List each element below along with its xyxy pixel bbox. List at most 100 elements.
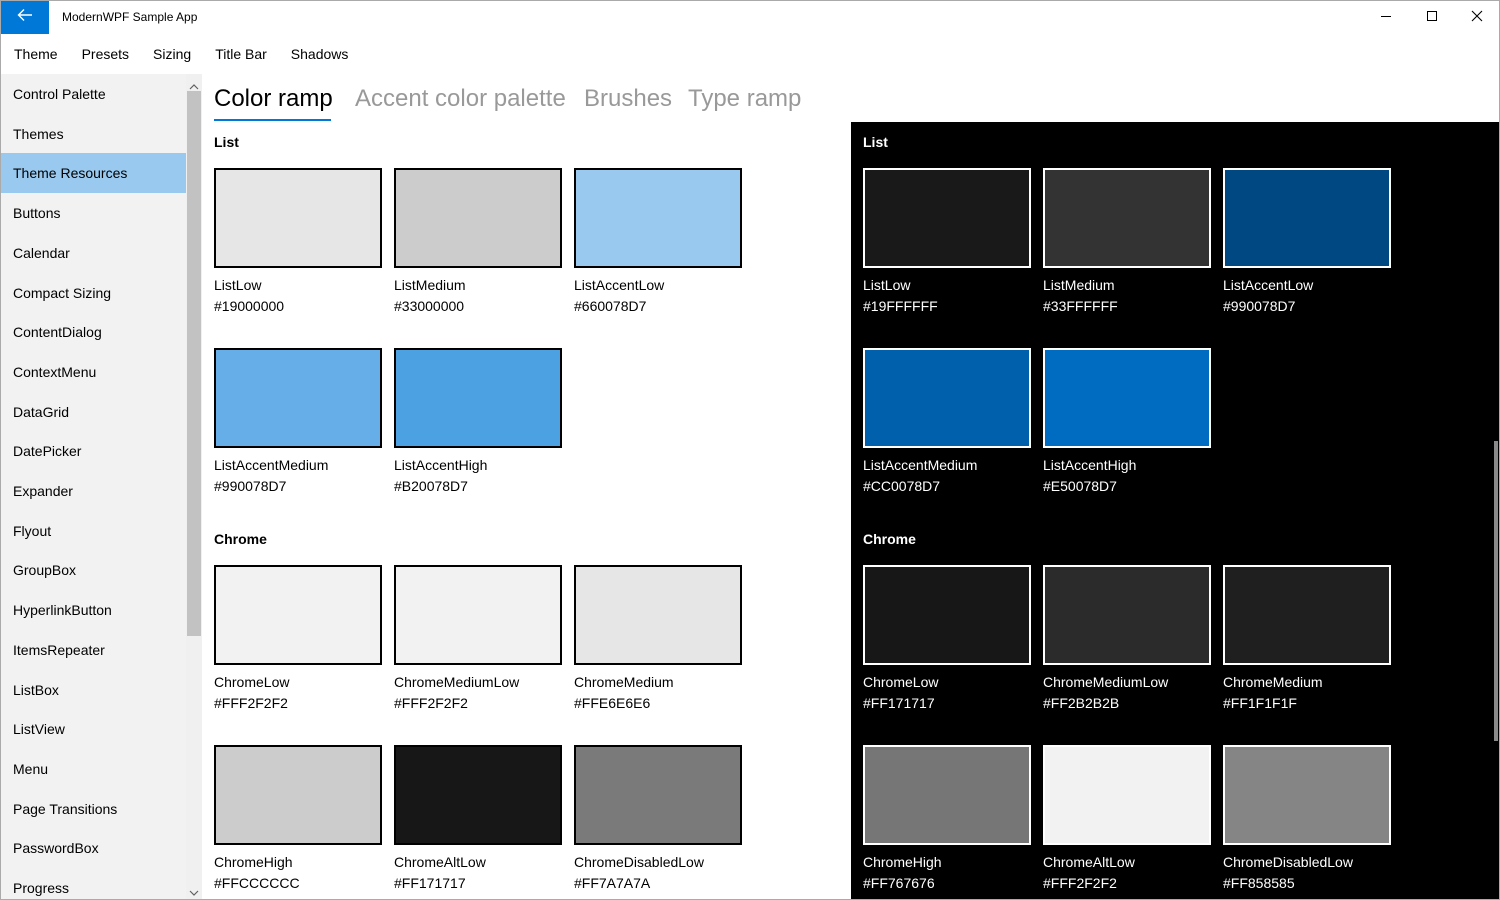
swatch-name: ListMedium: [1043, 277, 1115, 293]
swatch-hex-code: #33000000: [394, 298, 465, 314]
sidebar-item-calendar[interactable]: Calendar: [1, 233, 186, 273]
sidebar-item-listbox[interactable]: ListBox: [1, 670, 186, 710]
swatch-name: ChromeLow: [214, 674, 290, 690]
swatch-hex-code: #FF767676: [863, 875, 935, 891]
color-swatch: [574, 745, 742, 845]
color-swatch: [394, 745, 562, 845]
swatch-hex-code: #FF1F1F1F: [1223, 695, 1297, 711]
tab-color-ramp[interactable]: Color ramp: [214, 85, 333, 113]
swatch-hex-code: #FF858585: [1223, 875, 1295, 891]
swatch-hex-code: #E50078D7: [1043, 478, 1117, 494]
sidebar-item-contentdialog[interactable]: ContentDialog: [1, 312, 186, 352]
swatch-hex-code: #FF7A7A7A: [574, 875, 651, 891]
title-bar: ModernWPF Sample App: [1, 1, 1499, 34]
window-title: ModernWPF Sample App: [62, 10, 198, 24]
swatch-name: ChromeMediumLow: [394, 674, 520, 690]
sidebar-item-progress[interactable]: Progress: [1, 868, 186, 899]
sidebar-item-passwordbox[interactable]: PasswordBox: [1, 828, 186, 868]
sidebar-scroll-thumb[interactable]: [187, 91, 201, 636]
sidebar-item-expander[interactable]: Expander: [1, 471, 186, 511]
tab-type-ramp[interactable]: Type ramp: [688, 85, 801, 113]
color-swatch: [1223, 565, 1391, 665]
active-tab-indicator: [214, 119, 331, 121]
sidebar-item-datepicker[interactable]: DatePicker: [1, 431, 186, 471]
back-button[interactable]: [1, 1, 49, 34]
color-swatch: [863, 745, 1031, 845]
color-swatch: [1223, 745, 1391, 845]
swatch-name: ChromeAltLow: [394, 854, 486, 870]
swatch-name: ListMedium: [394, 277, 466, 293]
swatch-hex-code: #FF2B2B2B: [1043, 695, 1120, 711]
section-title-chrome: Chrome: [214, 531, 267, 547]
color-swatch: [214, 565, 382, 665]
sidebar-item-listview[interactable]: ListView: [1, 709, 186, 749]
swatch-hex-code: #19FFFFFF: [863, 298, 938, 314]
color-swatch: [1043, 565, 1211, 665]
section-title-list: List: [214, 134, 239, 150]
swatch-name: ListLow: [863, 277, 911, 293]
tab-brushes[interactable]: Brushes: [584, 85, 672, 113]
menu-presets[interactable]: Presets: [70, 34, 141, 74]
sidebar: Control Palette Themes Theme Resources Butt…: [1, 74, 202, 899]
minimize-button[interactable]: [1363, 1, 1409, 34]
scroll-down-icon[interactable]: [189, 884, 199, 899]
sidebar-item-contextmenu[interactable]: ContextMenu: [1, 352, 186, 392]
color-swatch: [394, 348, 562, 448]
swatch-hex-code: #FFE6E6E6: [574, 695, 651, 711]
sidebar-item-menu[interactable]: Menu: [1, 749, 186, 789]
content-scrollbar-thumb[interactable]: [1494, 441, 1498, 741]
color-swatch: [863, 565, 1031, 665]
swatch-hex-code: #FF171717: [394, 875, 466, 891]
color-swatch: [394, 565, 562, 665]
close-button[interactable]: [1454, 1, 1499, 34]
color-swatch: [214, 745, 382, 845]
swatch-hex-code: #FFF2F2F2: [394, 695, 468, 711]
sidebar-item-groupbox[interactable]: GroupBox: [1, 550, 186, 590]
swatch-name: ListAccentMedium: [863, 457, 978, 473]
sidebar-item-compact-sizing[interactable]: Compact Sizing: [1, 273, 186, 313]
swatch-name: ListLow: [214, 277, 262, 293]
minimize-icon: [1380, 9, 1392, 27]
swatch-name: ListAccentHigh: [394, 457, 488, 473]
color-swatch: [574, 168, 742, 268]
swatch-name: ChromeLow: [863, 674, 939, 690]
sidebar-item-theme-resources[interactable]: Theme Resources: [1, 153, 186, 194]
swatch-name: ChromeMediumLow: [1043, 674, 1169, 690]
swatch-hex-code: #19000000: [214, 298, 285, 314]
menu-shadows[interactable]: Shadows: [279, 34, 361, 74]
maximize-icon: [1426, 9, 1438, 27]
sidebar-item-datagrid[interactable]: DataGrid: [1, 392, 186, 432]
swatch-name: ListAccentLow: [574, 277, 665, 293]
menu-sizing[interactable]: Sizing: [141, 34, 203, 74]
swatch-name: ChromeAltLow: [1043, 854, 1135, 870]
tab-accent-color-palette[interactable]: Accent color palette: [355, 85, 566, 113]
swatch-hex-code: #B20078D7: [394, 478, 468, 494]
close-icon: [1471, 9, 1483, 27]
swatch-name: ChromeDisabledLow: [1223, 854, 1353, 870]
color-swatch: [1043, 168, 1211, 268]
sidebar-item-themes[interactable]: Themes: [1, 114, 186, 154]
color-swatch: [863, 348, 1031, 448]
swatch-hex-code: #33FFFFFF: [1043, 298, 1118, 314]
sidebar-item-control-palette[interactable]: Control Palette: [1, 74, 186, 114]
maximize-button[interactable]: [1409, 1, 1455, 34]
sidebar-item-itemsrepeater[interactable]: ItemsRepeater: [1, 630, 186, 670]
back-arrow-icon: [17, 8, 33, 27]
color-swatch: [214, 168, 382, 268]
color-swatch: [1223, 168, 1391, 268]
sidebar-item-buttons[interactable]: Buttons: [1, 193, 186, 233]
swatch-hex-code: #FF171717: [863, 695, 935, 711]
sidebar-item-flyout[interactable]: Flyout: [1, 511, 186, 551]
color-swatch: [863, 168, 1031, 268]
color-swatch: [574, 565, 742, 665]
swatch-name: ChromeDisabledLow: [574, 854, 704, 870]
sidebar-item-page-transitions[interactable]: Page Transitions: [1, 789, 186, 829]
sidebar-item-hyperlinkbutton[interactable]: HyperlinkButton: [1, 590, 186, 630]
swatch-name: ChromeMedium: [574, 674, 674, 690]
menu-theme[interactable]: Theme: [2, 34, 70, 74]
swatch-hex-code: #660078D7: [574, 298, 647, 314]
swatch-hex-code: #990078D7: [1223, 298, 1296, 314]
swatch-name: ListAccentLow: [1223, 277, 1314, 293]
swatch-name: ChromeHigh: [214, 854, 293, 870]
menu-title-bar[interactable]: Title Bar: [203, 34, 279, 74]
